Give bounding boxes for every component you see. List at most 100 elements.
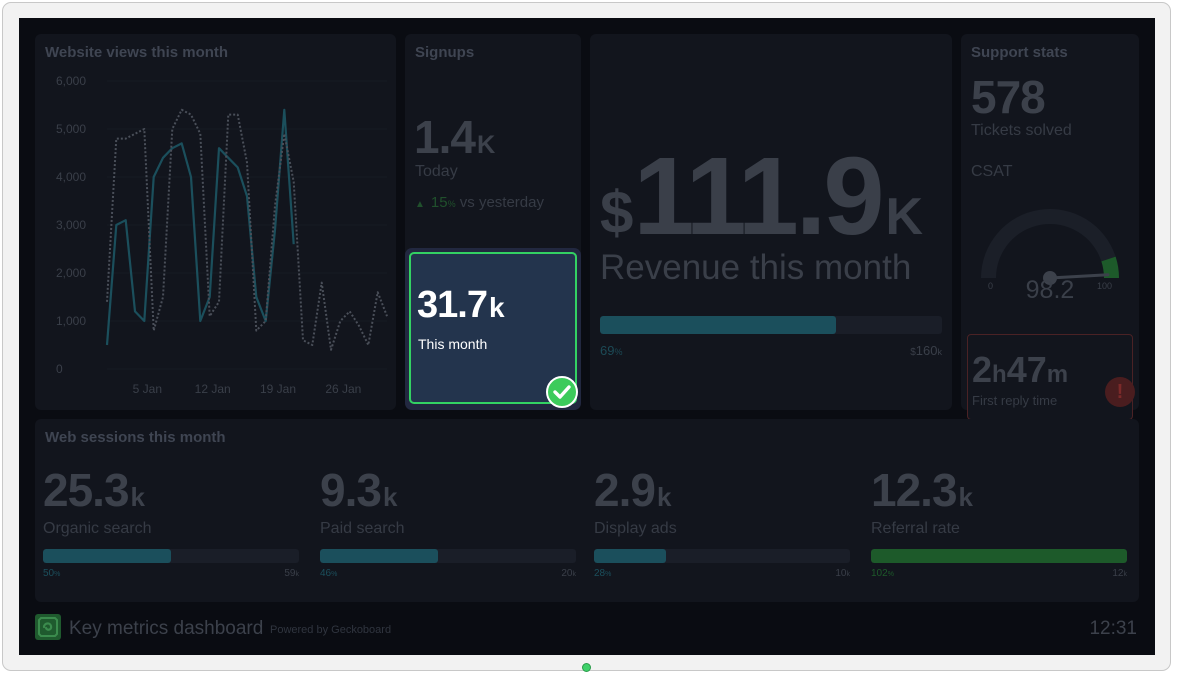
- reply-minutes-unit: m: [1046, 361, 1069, 388]
- signups-month-number: 31.7: [417, 284, 488, 326]
- dashboard-screen: Website views this month 6,000 5,000 4,000…: [19, 18, 1155, 655]
- revenue-unit: K: [885, 188, 924, 246]
- gauge-value: 98.2: [1025, 276, 1075, 304]
- session-pct: 28%: [594, 568, 611, 579]
- views-widget: Website views this month 6,000 5,000 4,000…: [35, 34, 396, 410]
- session-target: 20k: [561, 568, 576, 579]
- revenue-progress-bar: [600, 316, 942, 334]
- clock: 12:31: [1089, 618, 1137, 639]
- check-icon: [546, 376, 578, 408]
- session-label: Referral rate: [871, 520, 960, 537]
- revenue-progress-unit: %: [614, 347, 623, 357]
- x-tick-label: 12 Jan: [195, 382, 231, 396]
- session-target-unit: k: [1123, 571, 1128, 578]
- x-tick-label: 19 Jan: [260, 382, 296, 396]
- power-indicator-icon: [582, 663, 591, 672]
- session-pct-unit: %: [887, 571, 894, 578]
- signups-change-value: 15: [430, 194, 448, 211]
- gauge-track: [981, 209, 1116, 278]
- revenue-number: 111.9: [633, 135, 884, 258]
- revenue-currency: $: [600, 179, 634, 246]
- session-unit: k: [130, 482, 146, 512]
- reply-minutes: 47: [1006, 349, 1047, 390]
- session-pct-value: 50: [43, 568, 55, 579]
- session-target-value: 59: [284, 568, 296, 579]
- revenue-label: Revenue this month: [600, 248, 912, 287]
- session-pct: 46%: [320, 568, 337, 579]
- session-value: 25.3k: [43, 463, 146, 517]
- signups-change: ▲ 15% vs yesterday: [415, 194, 544, 211]
- revenue-progress-fill: [600, 316, 836, 334]
- session-item: 25.3k Organic search 50% 59k: [43, 419, 299, 602]
- reply-time-label: First reply time: [972, 393, 1058, 408]
- session-target-value: 12: [1112, 568, 1124, 579]
- reply-time-value: 2h47m: [972, 349, 1068, 391]
- reply-hours: 2: [972, 349, 993, 390]
- session-number: 2.9: [594, 464, 656, 516]
- session-progress-bar: [594, 549, 850, 563]
- session-pct-value: 102: [871, 568, 888, 579]
- session-pct: 102%: [871, 568, 894, 579]
- session-pct-unit: %: [54, 571, 61, 578]
- session-target-unit: k: [572, 571, 577, 578]
- session-item: 2.9 k Display ads 28% 10k: [594, 419, 850, 602]
- session-progress-fill: [43, 549, 171, 563]
- session-pct: 50%: [43, 568, 60, 579]
- session-progress-bar: [871, 549, 1127, 563]
- signups-widget-title: Signups: [415, 44, 475, 61]
- session-label: Display ads: [594, 520, 677, 537]
- reply-time-card: 2h47m First reply time: [967, 334, 1133, 420]
- dashboard-title: Key metrics dashboard: [69, 618, 264, 639]
- session-value: 9.3k: [320, 463, 398, 517]
- revenue-target-unit: k: [937, 347, 943, 357]
- session-pct-value: 28: [594, 568, 606, 579]
- trend-up-icon: ▲: [415, 199, 425, 210]
- session-progress-fill: [320, 549, 438, 563]
- session-number: 25.3: [43, 464, 130, 516]
- signups-today-unit: K: [476, 131, 496, 159]
- tickets-value: 578: [971, 71, 1046, 123]
- y-tick-label: 5,000: [56, 122, 86, 136]
- y-tick-label: 4,000: [56, 170, 86, 184]
- y-tick-label: 3,000: [56, 218, 86, 232]
- session-progress-fill: [871, 549, 1127, 563]
- x-tick-label: 26 Jan: [325, 382, 361, 396]
- session-target-unit: k: [846, 571, 851, 578]
- revenue-target-value: 160: [915, 343, 938, 358]
- revenue-target: $160k: [910, 343, 942, 358]
- series-line-current: [105, 108, 295, 346]
- session-value: 12.3k: [871, 463, 974, 517]
- session-progress-fill: [594, 549, 666, 563]
- powered-by: Powered by Geckoboard: [270, 624, 392, 636]
- views-line-chart: 6,000 5,000 4,000 3,000 2,000 1,000 0 5 Jan 12 J…: [56, 74, 388, 396]
- y-tick-label: 2,000: [56, 266, 86, 280]
- revenue-value: $111.9K: [600, 142, 923, 252]
- signups-today-value: 1.4K: [414, 110, 495, 164]
- session-target: 10k: [835, 568, 850, 579]
- session-target-value: 10: [835, 568, 847, 579]
- session-pct-value: 46: [320, 568, 332, 579]
- session-target: 59k: [284, 568, 299, 579]
- revenue-progress-value: 69: [600, 343, 615, 358]
- signups-month-label: This month: [418, 336, 488, 352]
- revenue-progress-label: 69%: [600, 343, 622, 358]
- alert-icon: !: [1105, 377, 1135, 407]
- session-item: 12.3k Referral rate 102% 12k: [871, 419, 1127, 602]
- session-item: 9.3k Paid search 46% 20k: [320, 419, 576, 602]
- signups-change-label: vs yesterday: [459, 194, 544, 211]
- signups-change-unit: %: [447, 199, 456, 209]
- session-label: Paid search: [320, 520, 405, 537]
- tickets-label: Tickets solved: [971, 122, 1072, 139]
- session-number: 9.3: [320, 464, 382, 516]
- session-target-value: 20: [561, 568, 573, 579]
- session-target-unit: k: [295, 571, 300, 578]
- session-unit: k: [958, 482, 974, 512]
- session-progress-bar: [320, 549, 576, 563]
- session-unit: k: [382, 482, 398, 512]
- signups-today-label: Today: [415, 163, 458, 180]
- session-pct-unit: %: [331, 571, 338, 578]
- support-widget-title: Support stats: [971, 44, 1068, 61]
- session-target: 12k: [1112, 568, 1127, 579]
- session-progress-bar: [43, 549, 299, 563]
- y-tick-label: 1,000: [56, 314, 86, 328]
